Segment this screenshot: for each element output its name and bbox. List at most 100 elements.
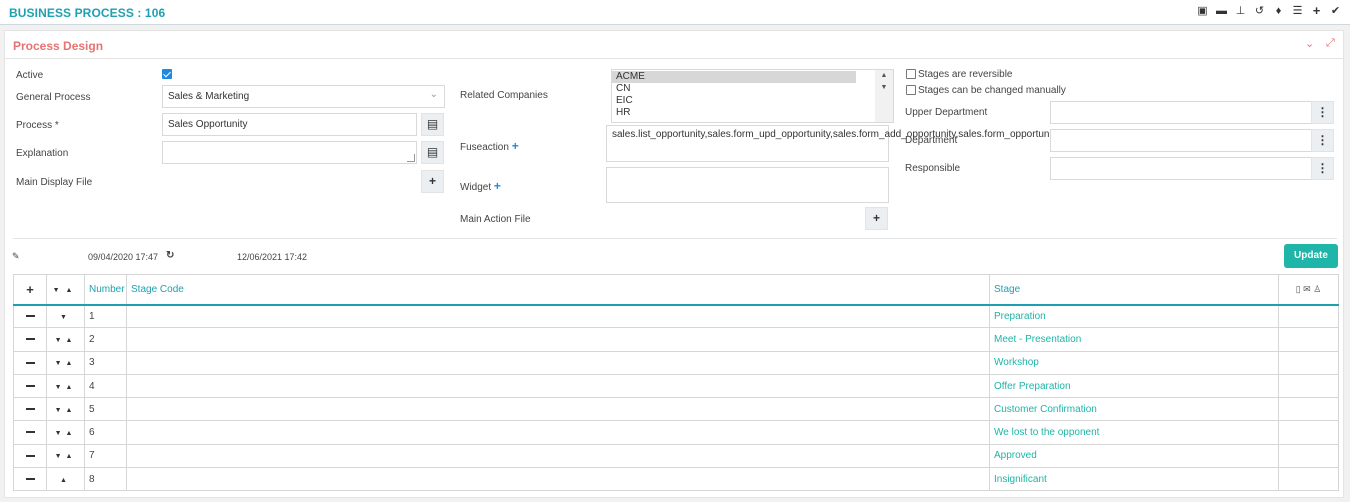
translate-book-icon[interactable]: ▤ <box>421 141 444 164</box>
explanation-input[interactable] <box>162 141 417 164</box>
table-row: ▼▲ 6 We lost to the opponent <box>13 420 1339 445</box>
book-icon[interactable]: ▤ <box>421 113 444 136</box>
history-icon[interactable]: ↺ <box>1253 4 1266 18</box>
move-down-icon[interactable]: ▼ <box>55 360 66 367</box>
add-main-display-file-button[interactable]: + <box>421 170 444 193</box>
stages-manual-label: Stages can be changed manually <box>918 85 1066 96</box>
remove-row-button[interactable] <box>13 420 47 445</box>
stage-number: 1 <box>84 303 127 329</box>
table-row: ▲ 8 Insignificant <box>13 467 1339 492</box>
move-up-icon[interactable]: ▲ <box>66 407 77 414</box>
related-companies-list[interactable]: ACME CN EIC HR ▲ ▼ <box>611 69 894 123</box>
qr-icon[interactable]: ▣ <box>1196 4 1209 18</box>
reorder-cell: ▼▲ <box>46 327 85 352</box>
table-row: ▼▲ 7 Approved <box>13 443 1339 469</box>
stage-code-cell <box>126 303 990 329</box>
add-row-button[interactable]: + <box>13 274 47 306</box>
move-down-icon[interactable]: ▼ <box>55 453 66 460</box>
list-item[interactable]: ACME <box>612 71 856 83</box>
add-main-action-file-button[interactable]: + <box>865 207 888 230</box>
expand-icon[interactable]: ⤢ <box>1326 37 1335 50</box>
chevron-down-icon: ⌄ <box>429 89 438 100</box>
fuseaction-label: Fuseaction + <box>460 139 519 153</box>
notify-header: ▯ ✉ ♙ <box>1278 274 1339 306</box>
stage-link[interactable]: Preparation <box>989 303 1279 329</box>
move-up-icon[interactable]: ▲ <box>66 384 77 391</box>
mail-icon: ✉ <box>1303 283 1311 294</box>
responsible-menu-icon[interactable]: ⋮ <box>1311 157 1334 180</box>
move-down-icon[interactable]: ▼ <box>55 384 66 391</box>
move-down-icon[interactable]: ▼ <box>55 407 66 414</box>
collapse-icon[interactable]: ⌄ <box>1305 37 1314 50</box>
table-row: ▼▲ 3 Workshop <box>13 350 1339 375</box>
stage-code-cell <box>126 350 990 375</box>
stage-number: 6 <box>84 420 127 445</box>
department-input[interactable] <box>1050 129 1316 152</box>
move-down-icon[interactable]: ▼ <box>55 337 66 344</box>
plus-icon[interactable]: + <box>1310 4 1323 18</box>
remove-row-button[interactable] <box>13 467 47 492</box>
stage-link[interactable]: Insignificant <box>989 467 1279 492</box>
related-companies-label: Related Companies <box>460 90 548 101</box>
list-item[interactable]: HR <box>612 107 856 119</box>
stages-table: + ▼▲ Number Stage Code Stage ▯ ✉ ♙ ▼ 1 Pre… <box>13 274 1339 492</box>
bell-icon[interactable]: ♦ <box>1272 4 1285 18</box>
remove-row-button[interactable] <box>13 350 47 375</box>
table-row: ▼ 1 Preparation <box>13 303 1339 329</box>
list-item[interactable]: EIC <box>612 95 856 107</box>
stages-manual-checkbox[interactable] <box>906 85 916 95</box>
stage-code-cell <box>126 397 990 422</box>
number-header: Number <box>84 274 127 306</box>
folder-icon[interactable]: ▬ <box>1215 4 1228 18</box>
explanation-label: Explanation <box>16 148 69 159</box>
stage-link[interactable]: Approved <box>989 443 1279 469</box>
general-process-select[interactable]: Sales & Marketing ⌄ <box>162 85 445 108</box>
hierarchy-icon[interactable]: ⊥ <box>1234 4 1247 18</box>
notify-cell <box>1278 373 1339 399</box>
move-up-icon[interactable]: ▲ <box>66 337 77 344</box>
stage-link[interactable]: Offer Preparation <box>989 373 1279 399</box>
reorder-cell: ▼▲ <box>46 373 85 399</box>
move-up-icon[interactable]: ▲ <box>66 430 77 437</box>
responsible-input[interactable] <box>1050 157 1316 180</box>
notify-cell <box>1278 420 1339 445</box>
upper-department-menu-icon[interactable]: ⋮ <box>1311 101 1334 124</box>
upper-department-input[interactable] <box>1050 101 1316 124</box>
move-up-icon[interactable]: ▲ <box>66 453 77 460</box>
stage-number: 8 <box>84 467 127 492</box>
active-label: Active <box>16 70 44 81</box>
mobile-icon: ▯ <box>1295 283 1301 294</box>
update-button[interactable]: Update <box>1284 244 1338 268</box>
stage-code-cell <box>126 443 990 469</box>
active-checkbox[interactable] <box>162 69 172 79</box>
remove-row-button[interactable] <box>13 327 47 352</box>
move-down-icon[interactable]: ▼ <box>60 314 71 321</box>
stage-link[interactable]: Workshop <box>989 350 1279 375</box>
list-item[interactable]: CN <box>612 83 856 95</box>
fuseaction-textarea[interactable]: sales.list_opportunity,sales.form_upd_op… <box>606 125 1059 162</box>
add-widget-icon[interactable]: + <box>494 179 501 193</box>
stage-link[interactable]: Customer Confirmation <box>989 397 1279 422</box>
move-up-icon[interactable]: ▲ <box>66 360 77 367</box>
move-up-icon[interactable]: ▲ <box>60 477 71 484</box>
move-down-icon[interactable]: ▼ <box>55 430 66 437</box>
stage-link[interactable]: We lost to the opponent <box>989 420 1279 445</box>
remove-row-button[interactable] <box>13 443 47 469</box>
list-icon[interactable]: ☰ <box>1291 4 1304 18</box>
remove-row-button[interactable] <box>13 397 47 422</box>
stage-code-cell <box>126 327 990 352</box>
main-action-file-label: Main Action File <box>460 214 531 225</box>
stages-reversible-checkbox[interactable] <box>906 69 916 79</box>
stage-link[interactable]: Meet - Presentation <box>989 327 1279 352</box>
scrollbar[interactable]: ▲ ▼ <box>875 70 893 122</box>
department-menu-icon[interactable]: ⋮ <box>1311 129 1334 152</box>
page-title: BUSINESS PROCESS : 106 <box>9 6 166 20</box>
process-input[interactable]: Sales Opportunity <box>162 113 417 136</box>
widget-textarea[interactable] <box>606 167 889 203</box>
stage-number: 2 <box>84 327 127 352</box>
add-fuseaction-icon[interactable]: + <box>512 139 519 153</box>
remove-row-button[interactable] <box>13 373 47 399</box>
remove-row-button[interactable] <box>13 303 47 329</box>
check-icon[interactable]: ✔ <box>1329 4 1342 18</box>
pencil-icon: ✎ <box>12 251 20 261</box>
